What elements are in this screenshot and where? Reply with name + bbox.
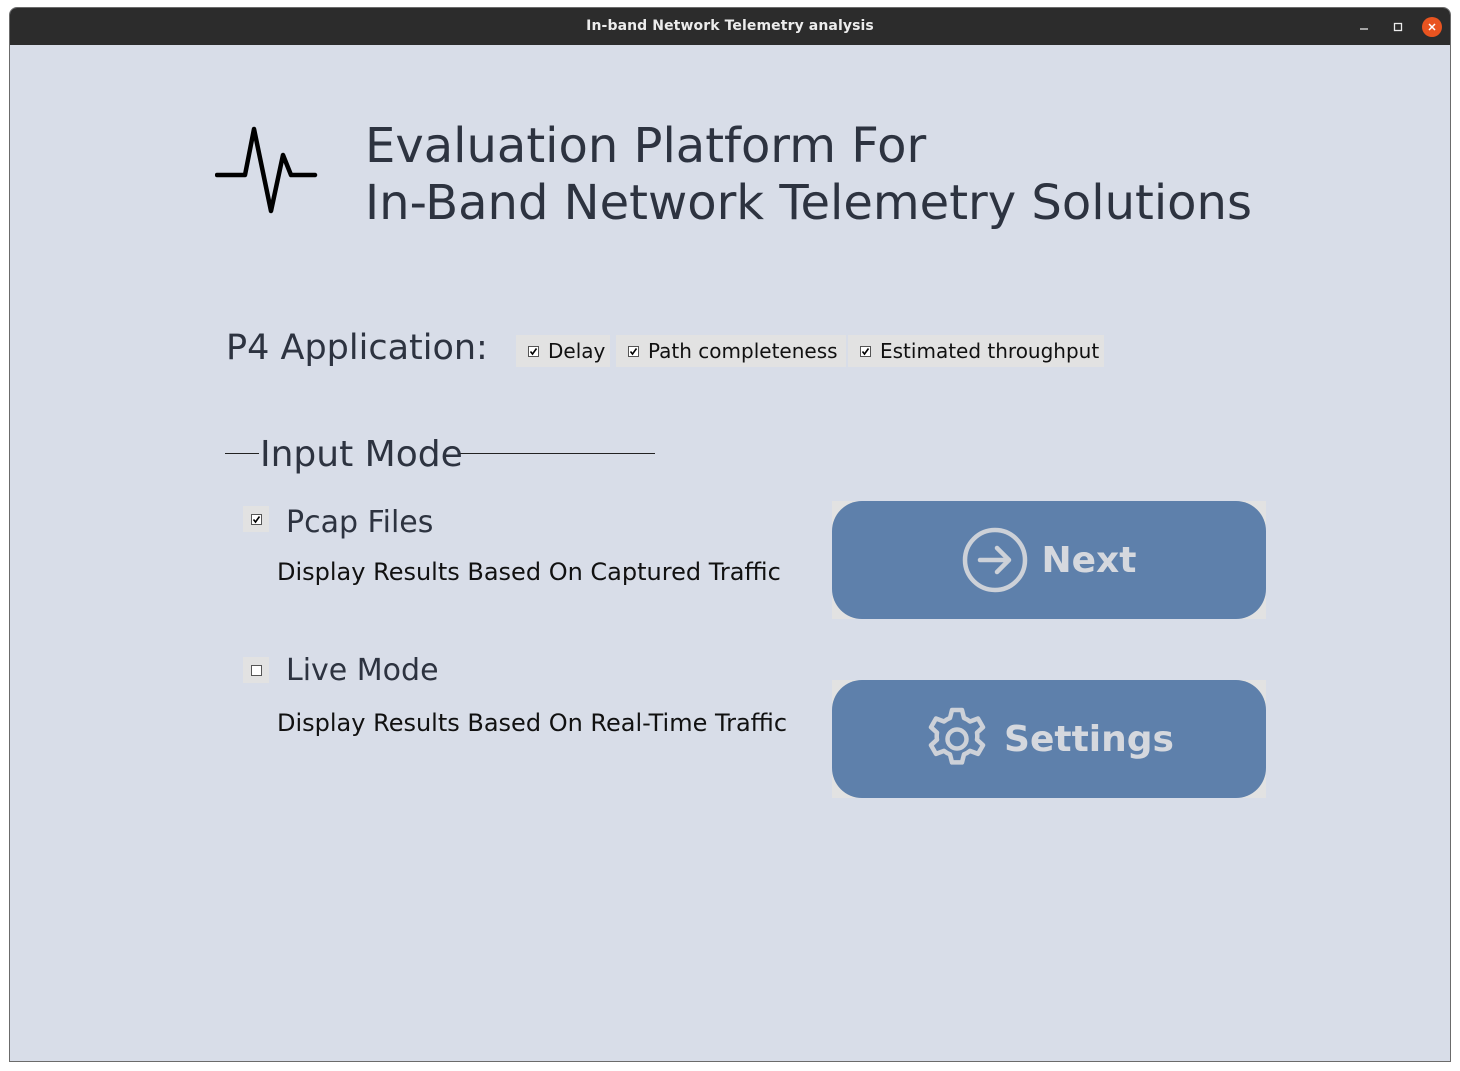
live-mode-checkbox[interactable] [243, 657, 269, 683]
settings-button[interactable]: Settings [832, 680, 1266, 798]
maximize-icon [1393, 22, 1403, 32]
page-title: Evaluation Platform For In-Band Network … [365, 118, 1252, 232]
input-mode-title: Input Mode [260, 434, 463, 475]
app-window: In-band Network Telemetry analysis Evalu… [9, 7, 1451, 1062]
checkbox-unchecked-icon [250, 664, 262, 676]
page-title-line-1: Evaluation Platform For [365, 118, 927, 174]
main-content: Evaluation Platform For In-Band Network … [10, 45, 1450, 1061]
delay-checkbox[interactable]: Delay [516, 335, 610, 367]
live-mode-label[interactable]: Live Mode [286, 653, 439, 688]
next-button-frame: Next [832, 501, 1266, 619]
checkbox-checked-icon [250, 513, 262, 525]
next-button[interactable]: Next [832, 501, 1266, 619]
live-mode-description: Display Results Based On Real-Time Traff… [277, 709, 788, 737]
group-divider [225, 453, 259, 454]
settings-button-label: Settings [1004, 718, 1174, 760]
pulse-icon [215, 126, 318, 214]
pcap-files-checkbox[interactable] [243, 506, 269, 532]
path-completeness-checkbox[interactable]: Path completeness [616, 335, 846, 367]
p4-application-label: P4 Application: [226, 328, 488, 368]
estimated-throughput-checkbox[interactable]: Estimated throughput [848, 335, 1104, 367]
gear-icon [924, 706, 990, 772]
estimated-throughput-label: Estimated throughput [880, 339, 1100, 363]
arrow-circle-right-icon [962, 527, 1028, 593]
page-title-line-2: In-Band Network Telemetry Solutions [365, 175, 1252, 231]
checkbox-checked-icon [628, 345, 639, 357]
checkbox-checked-icon [860, 345, 871, 357]
minimize-button[interactable] [1354, 17, 1374, 37]
title-bar[interactable]: In-band Network Telemetry analysis [10, 8, 1450, 45]
window-title: In-band Network Telemetry analysis [586, 18, 874, 34]
settings-button-frame: Settings [832, 680, 1266, 798]
pcap-files-label[interactable]: Pcap Files [286, 505, 433, 540]
close-icon [1428, 23, 1436, 31]
delay-label: Delay [548, 339, 606, 363]
close-button[interactable] [1422, 17, 1442, 37]
pcap-files-description: Display Results Based On Captured Traffi… [277, 558, 781, 586]
path-completeness-label: Path completeness [648, 339, 838, 363]
minimize-icon [1360, 28, 1368, 30]
next-button-label: Next [1041, 539, 1137, 581]
maximize-button[interactable] [1388, 17, 1408, 37]
group-divider [459, 453, 655, 454]
checkbox-checked-icon [528, 345, 539, 357]
